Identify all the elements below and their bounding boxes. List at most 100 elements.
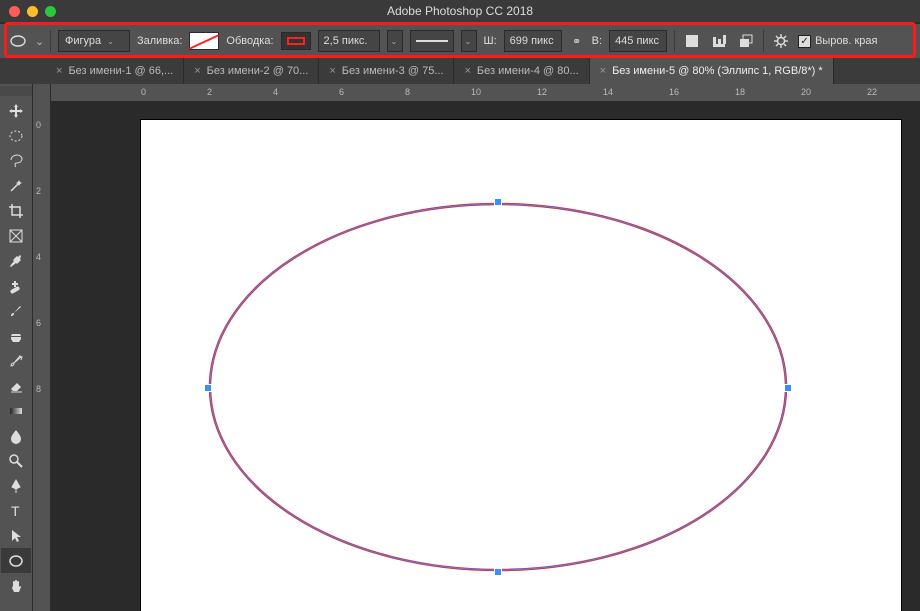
document-tab[interactable]: × Без имени-2 @ 70... <box>184 58 319 84</box>
close-tab-icon[interactable]: × <box>329 65 335 77</box>
separator <box>674 30 675 52</box>
fill-swatch[interactable] <box>189 32 219 50</box>
stroke-width-dropdown[interactable]: ⌄ <box>387 30 403 52</box>
move-tool-icon[interactable] <box>1 98 31 123</box>
hand-tool-icon[interactable] <box>1 573 31 598</box>
shape-mode-label: Фигура <box>65 35 101 47</box>
document-tabs: × Без имени-1 @ 66,... × Без имени-2 @ 70.… <box>0 58 920 84</box>
tool-panel-grip[interactable] <box>0 86 32 96</box>
shape-width-input[interactable] <box>504 30 562 52</box>
healing-brush-tool-icon[interactable] <box>1 273 31 298</box>
tool-panel: T <box>0 84 33 611</box>
ruler-tick: 18 <box>735 87 745 97</box>
crop-tool-icon[interactable] <box>1 198 31 223</box>
active-tool-ellipse-icon[interactable] <box>8 32 28 50</box>
document-tab[interactable]: × Без имени-3 @ 75... <box>319 58 454 84</box>
canvas-area: 02468 024681012141618202224 <box>33 84 920 611</box>
document-tab[interactable]: × Без имени-4 @ 80... <box>454 58 589 84</box>
stroke-style-preview[interactable] <box>410 30 454 52</box>
ruler-tick: 8 <box>36 384 41 394</box>
fill-label: Заливка: <box>137 35 182 47</box>
ruler-tick: 22 <box>867 87 877 97</box>
shape-height-input[interactable] <box>609 30 667 52</box>
svg-text:T: T <box>11 503 20 519</box>
frame-tool-icon[interactable] <box>1 223 31 248</box>
ruler-tick: 4 <box>273 87 278 97</box>
tab-label: Без имени-5 @ 80% (Эллипс 1, RGB/8*) * <box>612 65 823 77</box>
separator <box>763 30 764 52</box>
close-tab-icon[interactable]: × <box>194 65 200 77</box>
path-operations-icon[interactable] <box>682 31 702 51</box>
document-canvas[interactable] <box>141 120 901 611</box>
document-tab[interactable]: × Без имени-1 @ 66,... <box>46 58 184 84</box>
stroke-width-input[interactable] <box>318 30 380 52</box>
settings-gear-icon[interactable] <box>771 31 791 51</box>
minimize-window-icon[interactable] <box>27 6 38 17</box>
anchor-handle-bottom[interactable] <box>494 568 502 576</box>
history-brush-tool-icon[interactable] <box>1 348 31 373</box>
ruler-tick: 6 <box>339 87 344 97</box>
vertical-ruler[interactable]: 02468 <box>33 84 51 611</box>
path-alignment-icon[interactable] <box>709 31 729 51</box>
anchor-handle-left[interactable] <box>204 384 212 392</box>
magic-wand-tool-icon[interactable] <box>1 173 31 198</box>
dodge-tool-icon[interactable] <box>1 448 31 473</box>
tool-preset-dropdown-icon[interactable]: ⌄ <box>35 35 43 48</box>
horizontal-ruler[interactable]: 024681012141618202224 <box>51 84 920 102</box>
ruler-tick: 2 <box>36 186 41 196</box>
close-tab-icon[interactable]: × <box>464 65 470 77</box>
type-tool-icon[interactable]: T <box>1 498 31 523</box>
ruler-tick: 12 <box>537 87 547 97</box>
document-tab-active[interactable]: × Без имени-5 @ 80% (Эллипс 1, RGB/8*) * <box>590 58 834 84</box>
anchor-handle-right[interactable] <box>784 384 792 392</box>
width-indicator-label: Ш: <box>484 35 497 47</box>
height-indicator-label: В: <box>592 35 602 47</box>
ellipse-shape-tool-icon[interactable] <box>1 548 31 573</box>
anchor-handle-top[interactable] <box>494 198 502 206</box>
pen-tool-icon[interactable] <box>1 473 31 498</box>
ruler-tick: 2 <box>207 87 212 97</box>
close-window-icon[interactable] <box>9 6 20 17</box>
path-selection-tool-icon[interactable] <box>1 523 31 548</box>
align-edges-label: Выров. края <box>815 35 877 47</box>
window-titlebar: Adobe Photoshop CC 2018 <box>0 0 920 22</box>
brush-tool-icon[interactable] <box>1 298 31 323</box>
eyedropper-tool-icon[interactable] <box>1 248 31 273</box>
workspace: T 02468 024681012141618202224 <box>0 84 920 611</box>
stroke-style-dropdown[interactable]: ⌄ <box>461 30 477 52</box>
ruler-tick: 0 <box>141 87 146 97</box>
path-arrangement-icon[interactable] <box>736 31 756 51</box>
options-bar: ⌄ Фигура ⌄ Заливка: Обводка: ⌄ ⌄ Ш: ⚭ В:… <box>0 24 920 58</box>
tab-label: Без имени-1 @ 66,... <box>68 65 173 77</box>
stroke-label: Обводка: <box>226 35 273 47</box>
ruler-tick: 8 <box>405 87 410 97</box>
ruler-tick: 14 <box>603 87 613 97</box>
lasso-tool-icon[interactable] <box>1 148 31 173</box>
chevron-down-icon: ⌄ <box>391 37 398 46</box>
tab-label: Без имени-2 @ 70... <box>207 65 309 77</box>
align-edges-checkbox[interactable]: ✓ Выров. края <box>798 35 877 48</box>
ruler-tick: 10 <box>471 87 481 97</box>
gradient-tool-icon[interactable] <box>1 398 31 423</box>
tab-label: Без имени-4 @ 80... <box>477 65 579 77</box>
ruler-tick: 4 <box>36 252 41 262</box>
shape-mode-dropdown[interactable]: Фигура ⌄ <box>58 30 130 52</box>
maximize-window-icon[interactable] <box>45 6 56 17</box>
eraser-tool-icon[interactable] <box>1 373 31 398</box>
ruler-tick: 20 <box>801 87 811 97</box>
blur-tool-icon[interactable] <box>1 423 31 448</box>
chevron-down-icon: ⌄ <box>107 37 114 46</box>
chevron-down-icon: ⌄ <box>465 37 472 46</box>
link-dimensions-icon[interactable]: ⚭ <box>569 35 585 48</box>
ellipse-shape[interactable] <box>208 202 788 572</box>
checkbox-checked-icon: ✓ <box>798 35 811 48</box>
app-title: Adobe Photoshop CC 2018 <box>0 4 920 18</box>
ruler-tick: 16 <box>669 87 679 97</box>
window-controls <box>0 6 56 17</box>
marquee-tool-icon[interactable] <box>1 123 31 148</box>
close-tab-icon[interactable]: × <box>600 65 606 77</box>
clone-stamp-tool-icon[interactable] <box>1 323 31 348</box>
stroke-swatch[interactable] <box>281 32 311 50</box>
tab-label: Без имени-3 @ 75... <box>342 65 444 77</box>
close-tab-icon[interactable]: × <box>56 65 62 77</box>
